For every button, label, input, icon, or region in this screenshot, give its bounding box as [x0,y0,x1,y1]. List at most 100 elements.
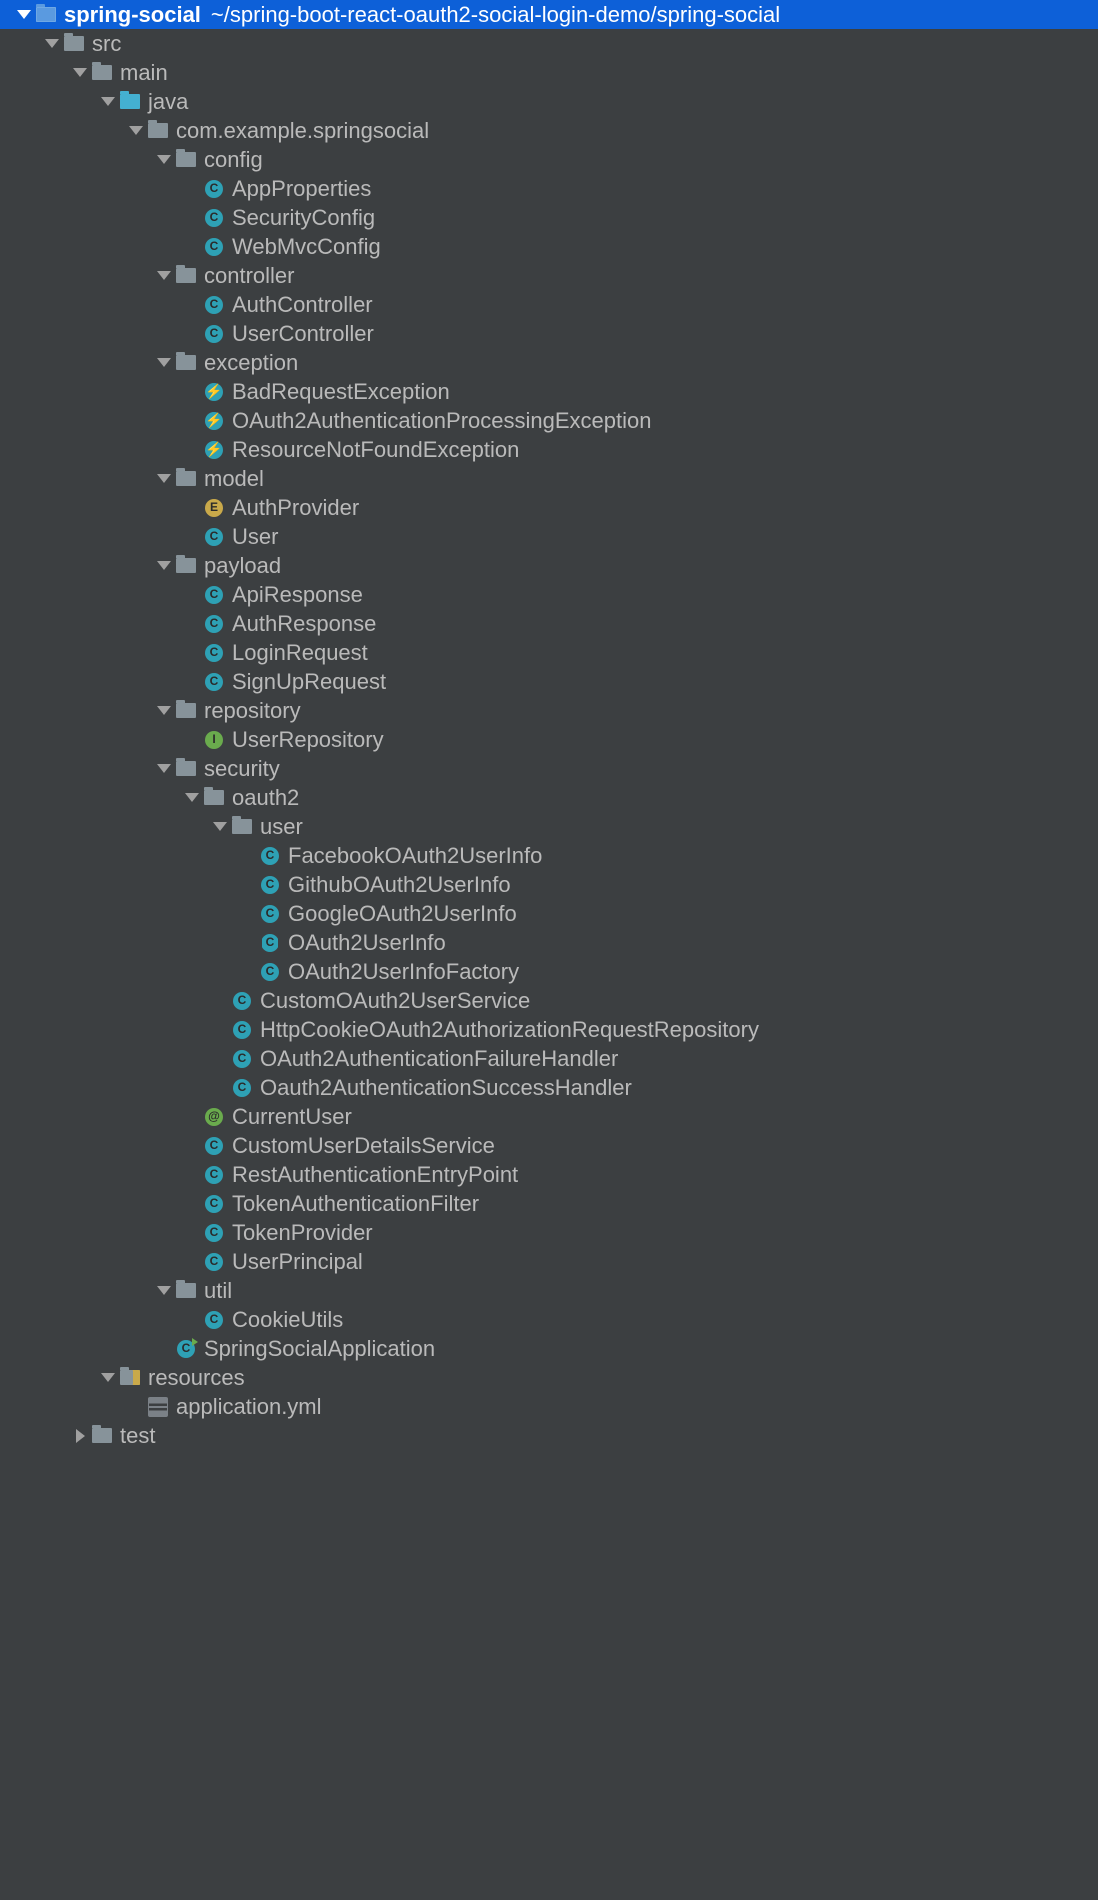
tree-item-label: UserRepository [232,725,384,755]
folder-icon [176,150,196,170]
tree-item-label: application.yml [176,1392,322,1422]
tree-item-label: OAuth2AuthenticationFailureHandler [260,1044,618,1074]
tree-row[interactable]: CFacebookOAuth2UserInfo [0,841,1098,870]
tree-row[interactable]: resources [0,1363,1098,1392]
tree-row[interactable]: CHttpCookieOAuth2AuthorizationRequestRep… [0,1015,1098,1044]
tree-item-label: ResourceNotFoundException [232,435,519,465]
abstract-class-icon: C [260,933,280,953]
tree-row[interactable]: security [0,754,1098,783]
enum-icon: E [204,498,224,518]
expand-arrow-icon[interactable] [152,155,176,164]
expand-arrow-icon[interactable] [152,358,176,367]
expand-arrow-icon[interactable] [124,126,148,135]
expand-arrow-icon[interactable] [152,706,176,715]
tree-item-label: oauth2 [232,783,299,813]
tree-row[interactable]: config [0,145,1098,174]
expand-arrow-icon[interactable] [152,561,176,570]
tree-row[interactable]: ⚡BadRequestException [0,377,1098,406]
tree-row[interactable]: CTokenProvider [0,1218,1098,1247]
annotation-icon: @ [204,1107,224,1127]
exception-icon: ⚡ [204,382,224,402]
expand-arrow-icon[interactable] [40,39,64,48]
tree-row[interactable]: exception [0,348,1098,377]
tree-item-label: SecurityConfig [232,203,375,233]
expand-arrow-icon[interactable] [68,1429,92,1443]
tree-item-label: payload [204,551,281,581]
tree-row[interactable]: CGoogleOAuth2UserInfo [0,899,1098,928]
tree-row[interactable]: IUserRepository [0,725,1098,754]
expand-arrow-icon[interactable] [180,793,204,802]
folder-icon [148,121,168,141]
tree-row[interactable]: @ CurrentUser [0,1102,1098,1131]
folder-icon [232,817,252,837]
project-tree[interactable]: spring-social~/spring-boot-react-oauth2-… [0,0,1098,1458]
folder-icon [204,788,224,808]
yml-file-icon [148,1397,168,1417]
tree-row[interactable]: EAuthProvider [0,493,1098,522]
tree-row[interactable]: user [0,812,1098,841]
tree-row[interactable]: COAuth2AuthenticationFailureHandler [0,1044,1098,1073]
class-icon: C [260,962,280,982]
tree-row[interactable]: payload [0,551,1098,580]
expand-arrow-icon[interactable] [96,97,120,106]
expand-arrow-icon[interactable] [152,764,176,773]
tree-row[interactable]: src [0,29,1098,58]
tree-row[interactable]: CTokenAuthenticationFilter [0,1189,1098,1218]
module-folder-icon [36,5,56,25]
tree-row[interactable]: application.yml [0,1392,1098,1421]
tree-row[interactable]: CCookieUtils [0,1305,1098,1334]
expand-arrow-icon[interactable] [12,10,36,19]
expand-arrow-icon[interactable] [96,1373,120,1382]
tree-row[interactable]: CUserPrincipal [0,1247,1098,1276]
tree-row[interactable]: CAuthController [0,290,1098,319]
tree-row[interactable]: main [0,58,1098,87]
tree-row[interactable]: CUser [0,522,1098,551]
tree-row[interactable]: java [0,87,1098,116]
tree-row[interactable]: ⚡OAuth2AuthenticationProcessingException [0,406,1098,435]
expand-arrow-icon[interactable] [152,1286,176,1295]
tree-row[interactable]: CGithubOAuth2UserInfo [0,870,1098,899]
expand-arrow-icon[interactable] [152,474,176,483]
tree-item-label: CurrentUser [232,1102,352,1132]
tree-row[interactable]: ⚡ResourceNotFoundException [0,435,1098,464]
tree-item-label: ApiResponse [232,580,363,610]
tree-row[interactable]: com.example.springsocial [0,116,1098,145]
tree-row[interactable]: COauth2AuthenticationSuccessHandler [0,1073,1098,1102]
tree-row[interactable]: model [0,464,1098,493]
tree-row[interactable]: CSignUpRequest [0,667,1098,696]
expand-arrow-icon[interactable] [152,271,176,280]
tree-row[interactable]: CCustomOAuth2UserService [0,986,1098,1015]
tree-item-label: OAuth2UserInfoFactory [288,957,519,987]
tree-item-label: UserController [232,319,374,349]
tree-row[interactable]: util [0,1276,1098,1305]
tree-row[interactable]: CSecurityConfig [0,203,1098,232]
tree-row[interactable]: oauth2 [0,783,1098,812]
tree-row[interactable]: repository [0,696,1098,725]
folder-icon [92,1426,112,1446]
folder-icon [176,759,196,779]
folder-icon [92,63,112,83]
tree-row[interactable]: CSpringSocialApplication [0,1334,1098,1363]
tree-row[interactable]: CAuthResponse [0,609,1098,638]
tree-row[interactable]: CCustomUserDetailsService [0,1131,1098,1160]
tree-item-label: RestAuthenticationEntryPoint [232,1160,518,1190]
tree-row[interactable]: test [0,1421,1098,1450]
tree-row[interactable]: CLoginRequest [0,638,1098,667]
tree-row[interactable]: CUserController [0,319,1098,348]
expand-arrow-icon[interactable] [208,822,232,831]
tree-row[interactable]: CWebMvcConfig [0,232,1098,261]
tree-row[interactable]: COAuth2UserInfo [0,928,1098,957]
tree-row[interactable]: C OAuth2UserInfoFactory [0,957,1098,986]
tree-item-label: util [204,1276,232,1306]
class-icon: C [260,904,280,924]
class-icon: C [260,875,280,895]
tree-row[interactable]: spring-social~/spring-boot-react-oauth2-… [0,0,1098,29]
class-icon: C [204,614,224,634]
folder-icon [176,701,196,721]
tree-row[interactable]: CAppProperties [0,174,1098,203]
tree-row[interactable]: controller [0,261,1098,290]
tree-row[interactable]: CApiResponse [0,580,1098,609]
tree-row[interactable]: CRestAuthenticationEntryPoint [0,1160,1098,1189]
tree-item-label: spring-social [64,0,201,29]
expand-arrow-icon[interactable] [68,68,92,77]
